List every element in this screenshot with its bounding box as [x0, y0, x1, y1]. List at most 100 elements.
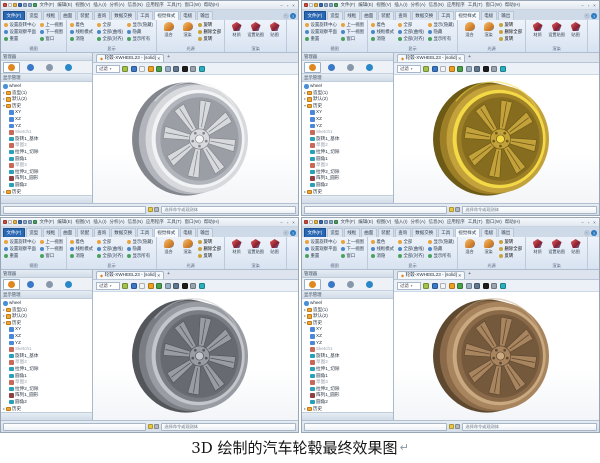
- wheel-3d-model[interactable]: [429, 298, 564, 414]
- black-material-icon[interactable]: [181, 282, 188, 289]
- shade-mode-icon[interactable]: [423, 65, 429, 72]
- menu-item[interactable]: 插入(I): [93, 219, 106, 225]
- ribbon-tab[interactable]: 工具: [136, 228, 153, 237]
- prompt-icon[interactable]: [449, 207, 455, 212]
- ribbon-button[interactable]: 显示所有: [428, 252, 454, 259]
- ribbon-button[interactable]: 全部(曲线): [398, 28, 424, 35]
- striped-material-icon[interactable]: [190, 282, 196, 289]
- menu-item[interactable]: 编辑(E): [57, 2, 72, 8]
- ribbon-button[interactable]: 隐藏: [428, 28, 454, 35]
- ribbon-button[interactable]: 贴图: [266, 238, 283, 255]
- save-icon[interactable]: [319, 3, 323, 7]
- regenerate-icon[interactable]: [33, 3, 37, 7]
- ribbon-button[interactable]: 贴图: [567, 21, 584, 38]
- ribbon-button[interactable]: 消隐: [370, 252, 394, 259]
- ribbon-button[interactable]: 反转: [198, 252, 221, 259]
- ribbon-button[interactable]: 混合: [160, 21, 177, 38]
- tree-item[interactable]: 拉伸1_切除: [302, 366, 393, 373]
- black-material-icon[interactable]: [181, 65, 188, 72]
- new-tab-button[interactable]: +: [167, 270, 170, 279]
- ribbon-button[interactable]: 下一视图: [340, 28, 364, 35]
- tree-item[interactable]: 阵列1_圆形: [1, 392, 92, 399]
- close-tab-icon[interactable]: ×: [157, 56, 160, 61]
- tree-item[interactable]: ▸ 造型(1): [1, 90, 92, 97]
- ribbon-button[interactable]: 上一视图: [39, 21, 63, 28]
- wheel-3d-model[interactable]: [429, 81, 564, 197]
- tree-item[interactable]: XZ: [302, 333, 393, 340]
- tree-item[interactable]: 草图3: [302, 162, 393, 169]
- selection-filter-dropdown[interactable]: 过滤 ▾: [397, 64, 421, 73]
- ribbon-button[interactable]: 显示所有: [127, 252, 153, 259]
- background-icon[interactable]: [139, 65, 145, 72]
- tree-item[interactable]: 圆角2: [302, 182, 393, 189]
- ribbon-button[interactable]: 全部(对齐): [97, 35, 123, 42]
- history-manager-tab[interactable]: [304, 278, 321, 290]
- ribbon-tab[interactable]: 文件(F): [304, 11, 326, 20]
- ribbon-button[interactable]: 重置: [4, 252, 36, 259]
- expand-arrow-icon[interactable]: ▸: [3, 96, 5, 103]
- menu-item[interactable]: 帮助(H): [505, 219, 520, 225]
- wireframe-mode-icon[interactable]: [431, 65, 438, 72]
- ribbon-button[interactable]: 全部(曲线): [97, 28, 123, 35]
- menu-item[interactable]: 窗口(W): [185, 2, 201, 8]
- view-manager-tab[interactable]: [60, 279, 77, 290]
- redefine-manager-tab[interactable]: [342, 62, 359, 73]
- tree-item[interactable]: 圆角2: [302, 399, 393, 406]
- ribbon-tab[interactable]: 曲面: [59, 228, 76, 237]
- 3d-viewport[interactable]: [93, 292, 298, 420]
- ribbon-button[interactable]: 混合: [461, 21, 478, 38]
- tree-item[interactable]: Sketch1: [1, 129, 92, 136]
- ribbon-button[interactable]: 下一视图: [39, 28, 63, 35]
- ribbon-button[interactable]: 材质: [228, 21, 245, 38]
- ribbon-button[interactable]: 删除全部: [499, 28, 522, 35]
- ribbon-button[interactable]: 消隐: [370, 35, 394, 42]
- menu-item[interactable]: 信息(N): [429, 219, 444, 225]
- tree-item[interactable]: YZ: [1, 123, 92, 130]
- ribbon-button[interactable]: 显示(隐藏): [428, 238, 454, 245]
- tree-item[interactable]: 阵列1_圆形: [1, 175, 92, 182]
- list-icon[interactable]: [455, 424, 461, 429]
- ribbon-button[interactable]: 重置: [305, 252, 337, 259]
- ribbon-button[interactable]: 上一视图: [340, 238, 364, 245]
- save-icon[interactable]: [18, 3, 22, 7]
- shade-mode-icon[interactable]: [122, 282, 128, 289]
- light-icon[interactable]: [448, 65, 455, 72]
- ribbon-button[interactable]: 旋转: [499, 21, 522, 28]
- prompt-icon[interactable]: [449, 424, 455, 429]
- minimize-icon[interactable]: –: [279, 220, 284, 225]
- menu-item[interactable]: 工具(T): [468, 219, 483, 225]
- ribbon-button[interactable]: 着色: [69, 238, 93, 245]
- ribbon-button[interactable]: 设置观察平面: [305, 28, 337, 35]
- collapse-ribbon-icon[interactable]: ˆ: [583, 13, 590, 19]
- tree-item[interactable]: 圆角1: [302, 373, 393, 380]
- menu-item[interactable]: 窗口(W): [486, 219, 502, 225]
- shade-mode-icon[interactable]: [122, 65, 128, 72]
- ribbon-tab[interactable]: 装配: [76, 11, 93, 20]
- ribbon-button[interactable]: 旋转: [499, 238, 522, 245]
- menu-item[interactable]: 信息(N): [128, 2, 143, 8]
- expand-arrow-icon[interactable]: ▸: [304, 313, 306, 320]
- ribbon-tab[interactable]: 视觉样式: [153, 228, 179, 237]
- annotate-icon[interactable]: [173, 282, 179, 289]
- restore-icon[interactable]: ▫: [285, 220, 290, 225]
- shade-mode-icon[interactable]: [423, 282, 429, 289]
- document-tab[interactable]: ◆ 轮毂-XWHEEL23 - [solid] ×: [96, 53, 165, 62]
- assembly-manager-tab[interactable]: [22, 62, 39, 73]
- tree-item[interactable]: ▾ 历史: [302, 320, 393, 327]
- menu-item[interactable]: 插入(I): [394, 2, 407, 8]
- tree-item[interactable]: XY: [1, 326, 92, 333]
- ribbon-button[interactable]: 全部(对齐): [398, 252, 424, 259]
- ribbon-tab[interactable]: 电极: [179, 11, 196, 20]
- undo-icon[interactable]: [324, 3, 328, 7]
- regenerate-icon[interactable]: [33, 220, 37, 224]
- scene-icon[interactable]: [156, 282, 162, 289]
- ribbon-tab[interactable]: 电极: [179, 228, 196, 237]
- expand-arrow-icon[interactable]: ▾: [304, 320, 306, 327]
- tree-item[interactable]: 圆角2: [1, 399, 92, 406]
- ribbon-button[interactable]: 线框模式: [370, 245, 394, 252]
- ribbon-button[interactable]: 消隐: [69, 252, 93, 259]
- ribbon-button[interactable]: 贴图: [266, 21, 283, 38]
- tree-item[interactable]: ▾ 历史: [1, 103, 92, 110]
- tree-item[interactable]: ▸ 造型(1): [1, 307, 92, 314]
- ribbon-tab[interactable]: 输出: [497, 11, 514, 20]
